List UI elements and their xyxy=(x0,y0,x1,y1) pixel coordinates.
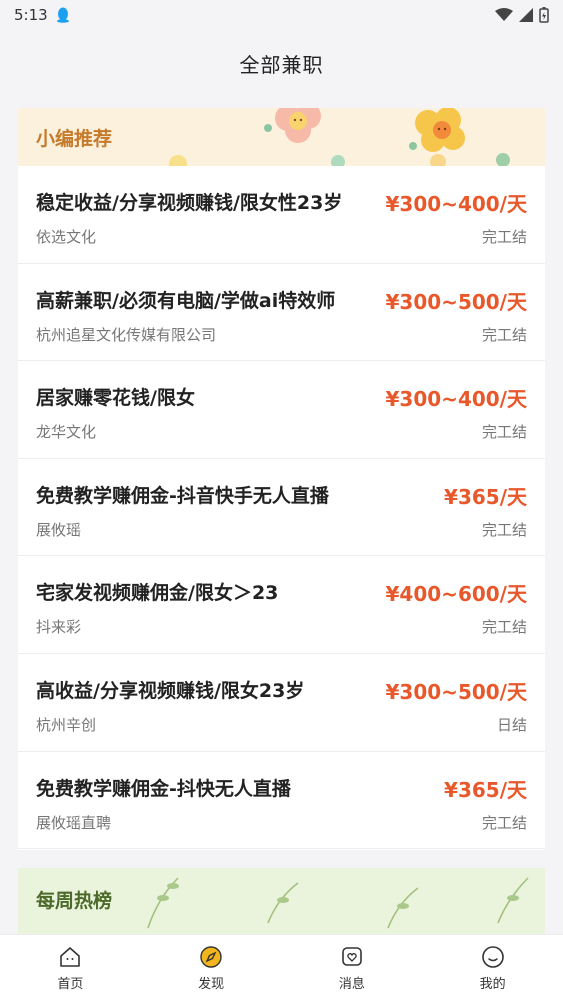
nav-label: 首页 xyxy=(57,976,84,992)
smiley-profile-icon xyxy=(481,945,504,968)
job-company: 龙华文化 xyxy=(36,423,97,442)
job-title: 高薪兼职/必须有电脑/学做ai特效师 xyxy=(36,289,336,312)
job-title: 宅家发视频赚佣金/限女＞23 xyxy=(36,582,279,605)
flower-decoration-icon xyxy=(331,153,510,166)
weekly-hot-section[interactable]: 每周热榜 xyxy=(18,868,545,934)
job-company: 展攸瑶 xyxy=(36,520,82,539)
signal-icon xyxy=(519,8,533,22)
bottom-nav: 首页 发现 消息 我的 xyxy=(0,934,563,1001)
job-salary: ¥300~500/天 xyxy=(385,289,527,314)
status-left: 5:13 xyxy=(14,6,70,24)
status-time: 5:13 xyxy=(14,6,48,24)
job-title: 高收益/分享视频赚钱/限女23岁 xyxy=(36,679,305,702)
job-salary: ¥300~500/天 xyxy=(385,679,527,704)
message-heart-icon xyxy=(342,946,362,966)
recommend-banner: 小编推荐 xyxy=(18,108,545,166)
job-title: 免费教学赚佣金-抖快无人直播 xyxy=(36,777,291,800)
job-company: 展攸瑶直聘 xyxy=(36,813,112,832)
job-salary: ¥300~400/天 xyxy=(385,387,527,412)
job-company: 杭州追星文化传媒有限公司 xyxy=(36,325,217,344)
job-item[interactable]: 宅家发视频赚佣金/限女＞23 ¥400~600/天 抖来彩 完工结 xyxy=(18,556,545,654)
job-company: 依选文化 xyxy=(36,228,97,246)
nav-label: 消息 xyxy=(338,976,365,992)
battery-icon xyxy=(539,7,549,23)
job-pay-type: 日结 xyxy=(496,715,527,734)
qq-penguin-icon xyxy=(56,7,69,23)
job-pay-type: 完工结 xyxy=(481,520,527,539)
job-company: 抖来彩 xyxy=(36,618,82,637)
leaf-decoration-icon xyxy=(147,877,529,929)
job-item[interactable]: 免费教学赚佣金-抖音快手无人直播 ¥365/天 展攸瑶 完工结 xyxy=(18,459,545,557)
job-salary: ¥365/天 xyxy=(444,777,527,802)
job-title: 免费教学赚佣金-抖音快手无人直播 xyxy=(36,484,329,507)
job-pay-type: 完工结 xyxy=(481,423,527,442)
job-item[interactable]: 稳定收益/分享视频赚钱/限女性23岁 ¥300~400/天 依选文化 完工结 xyxy=(18,166,545,264)
wifi-icon xyxy=(495,8,513,21)
nav-messages[interactable]: 消息 xyxy=(282,935,423,1001)
status-bar: 5:13 xyxy=(0,0,563,30)
job-item[interactable]: 高薪兼职/必须有电脑/学做ai特效师 ¥300~500/天 杭州追星文化传媒有限… xyxy=(18,264,545,362)
job-item[interactable]: 居家赚零花钱/限女 ¥300~400/天 龙华文化 完工结 xyxy=(18,361,545,459)
flower-decoration-icon xyxy=(169,155,187,166)
flower-decoration-icon xyxy=(264,108,321,143)
job-item[interactable]: 高收益/分享视频赚钱/限女23岁 ¥300~500/天 杭州辛创 日结 xyxy=(18,654,545,752)
recommend-section: 小编推荐 稳定收益/分享视频赚钱/限女性23岁 ¥300~400/天 依选文化 … xyxy=(18,108,545,850)
page-header: 全部兼职 xyxy=(0,30,563,96)
job-title: 稳定收益/分享视频赚钱/限女性23岁 xyxy=(36,192,343,214)
status-right xyxy=(495,7,549,23)
job-company: 杭州辛创 xyxy=(36,715,97,734)
nav-home[interactable]: 首页 xyxy=(0,935,141,1001)
recommend-title: 小编推荐 xyxy=(36,128,113,150)
job-salary: ¥400~600/天 xyxy=(385,582,527,607)
weekly-title: 每周热榜 xyxy=(36,890,113,912)
job-item[interactable]: 免费教学赚佣金-抖快无人直播 ¥365/天 展攸瑶直聘 完工结 xyxy=(18,752,545,850)
nav-label: 我的 xyxy=(479,976,506,992)
compass-icon xyxy=(200,945,222,968)
job-pay-type: 完工结 xyxy=(481,618,527,637)
nav-discover[interactable]: 发现 xyxy=(141,935,282,1001)
nav-profile[interactable]: 我的 xyxy=(422,935,563,1001)
job-pay-type: 完工结 xyxy=(481,813,527,832)
job-salary: ¥365/天 xyxy=(444,484,527,509)
job-title: 居家赚零花钱/限女 xyxy=(36,387,195,410)
job-pay-type: 完工结 xyxy=(481,228,527,246)
job-pay-type: 完工结 xyxy=(481,325,527,344)
home-icon xyxy=(60,946,81,967)
page-title: 全部兼职 xyxy=(239,52,324,77)
job-salary: ¥300~400/天 xyxy=(385,192,527,216)
nav-label: 发现 xyxy=(198,976,225,992)
job-list: 稳定收益/分享视频赚钱/限女性23岁 ¥300~400/天 依选文化 完工结 高… xyxy=(18,166,545,850)
